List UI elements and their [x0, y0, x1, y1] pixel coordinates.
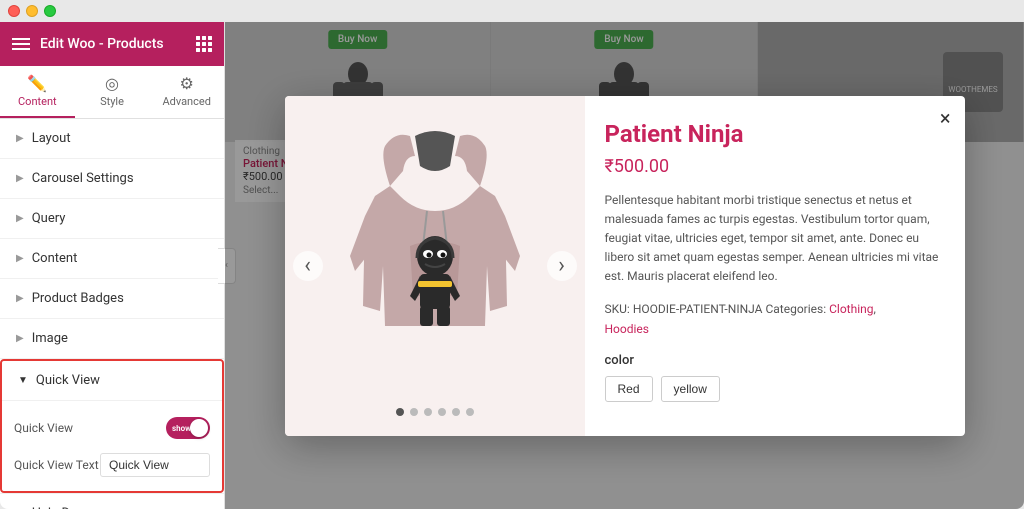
modal-image-side: ‹ ›: [285, 96, 585, 436]
quick-view-body: Quick View show Quick View Text: [2, 401, 222, 491]
chevron-right-icon: ▶: [16, 253, 24, 264]
toggle-slider: show: [166, 417, 210, 439]
sidebar-item-content[interactable]: ▶ Content: [0, 239, 224, 279]
chevron-right-icon: ▶: [16, 293, 24, 304]
modal-dot-4[interactable]: [438, 408, 446, 416]
sidebar-item-layout[interactable]: ▶ Layout: [0, 119, 224, 159]
sidebar-item-image[interactable]: ▶ Image: [0, 319, 224, 359]
quick-view-header-label: Quick View: [36, 373, 100, 388]
carousel-area: Buy Now Buy Now: [225, 22, 1024, 509]
title-bar: [0, 0, 1024, 22]
categories-label: Categories:: [765, 302, 826, 316]
quick-view-section: ▼ Quick View Quick View show: [0, 359, 224, 493]
attribute-yellow[interactable]: yellow: [661, 376, 720, 402]
sidebar-item-carousel-settings[interactable]: ▶ Carousel Settings: [0, 159, 224, 199]
sidebar-title: Edit Woo - Products: [40, 36, 164, 52]
tab-advanced-label: Advanced: [162, 95, 210, 108]
attribute-options: Red yellow: [605, 376, 945, 402]
sidebar-menu: ▶ Layout ▶ Carousel Settings ▶ Query ▶ C…: [0, 119, 224, 509]
tab-style-label: Style: [100, 95, 124, 108]
chevron-right-icon: ▶: [16, 173, 24, 184]
quick-view-header[interactable]: ▼ Quick View: [2, 361, 222, 401]
sidebar-item-carousel-label: Carousel Settings: [32, 171, 134, 186]
modal-overlay: × ‹ ›: [225, 22, 1024, 509]
category-hoodies[interactable]: Hoodies: [605, 322, 650, 336]
product-modal: × ‹ ›: [285, 96, 965, 436]
sidebar-item-help-docs[interactable]: ▶ Help Docs: [0, 493, 224, 509]
advanced-icon: ⚙: [180, 74, 194, 93]
chevron-right-icon: ▶: [16, 333, 24, 344]
modal-prev-button[interactable]: ‹: [293, 251, 323, 281]
sidebar-item-image-label: Image: [32, 331, 68, 346]
toggle-show-label: show: [172, 424, 191, 433]
chevron-down-icon: ▼: [18, 375, 28, 386]
style-icon: ◎: [105, 74, 119, 93]
toggle-knob: [190, 419, 208, 437]
modal-dot-3[interactable]: [424, 408, 432, 416]
grid-icon[interactable]: [196, 36, 212, 52]
app-wrapper: Edit Woo - Products ✏️ Content ◎ Style ⚙…: [0, 22, 1024, 509]
traffic-lights: [8, 5, 56, 17]
sidebar-header-left: Edit Woo - Products: [12, 36, 164, 52]
hamburger-icon[interactable]: [12, 38, 30, 50]
attribute-red[interactable]: Red: [605, 376, 653, 402]
sidebar: Edit Woo - Products ✏️ Content ◎ Style ⚙…: [0, 22, 225, 509]
product-description: Pellentesque habitant morbi tristique se…: [605, 191, 945, 287]
modal-dot-5[interactable]: [452, 408, 460, 416]
tab-content-label: Content: [18, 95, 57, 108]
attribute-label: color: [605, 353, 945, 368]
sidebar-item-query[interactable]: ▶ Query: [0, 199, 224, 239]
main-content: Buy Now Buy Now: [225, 22, 1024, 509]
category-clothing[interactable]: Clothing: [829, 302, 873, 316]
sidebar-item-badges-label: Product Badges: [32, 291, 124, 306]
product-meta: SKU: HOODIE-PATIENT-NINJA Categories: Cl…: [605, 300, 945, 338]
close-button[interactable]: [8, 5, 20, 17]
maximize-button[interactable]: [44, 5, 56, 17]
modal-info-side: Patient Ninja ₹500.00 Pellentesque habit…: [585, 96, 965, 436]
product-price: ₹500.00: [605, 156, 945, 177]
chevron-right-icon: ▶: [16, 133, 24, 144]
quick-view-text-row: Quick View Text: [14, 447, 210, 483]
sidebar-item-layout-label: Layout: [32, 131, 71, 146]
content-icon: ✏️: [27, 74, 47, 93]
modal-next-button[interactable]: ›: [547, 251, 577, 281]
product-image: [335, 126, 535, 386]
tab-style[interactable]: ◎ Style: [75, 66, 150, 118]
sidebar-item-query-label: Query: [32, 211, 66, 226]
product-attribute: color Red yellow: [605, 353, 945, 402]
chevron-right-icon: ▶: [16, 213, 24, 224]
quick-view-toggle-row: Quick View show: [14, 409, 210, 447]
sidebar-header: Edit Woo - Products: [0, 22, 224, 66]
product-image-container: [325, 116, 545, 396]
quick-view-toggle[interactable]: show: [166, 417, 210, 439]
modal-dot-1[interactable]: [396, 408, 404, 416]
sidebar-tabs: ✏️ Content ◎ Style ⚙ Advanced: [0, 66, 224, 119]
modal-dot-2[interactable]: [410, 408, 418, 416]
sidebar-item-product-badges[interactable]: ▶ Product Badges: [0, 279, 224, 319]
quick-view-toggle-label: Quick View: [14, 421, 73, 435]
tab-advanced[interactable]: ⚙ Advanced: [149, 66, 224, 118]
quick-view-text-label: Quick View Text: [14, 458, 99, 472]
sidebar-item-content-label: Content: [32, 251, 78, 266]
product-title: Patient Ninja: [605, 120, 945, 148]
modal-dots: [396, 408, 474, 416]
modal-dot-6[interactable]: [466, 408, 474, 416]
product-sku: SKU: HOODIE-PATIENT-NINJA: [605, 302, 763, 316]
tab-content[interactable]: ✏️ Content: [0, 66, 75, 118]
minimize-button[interactable]: [26, 5, 38, 17]
modal-close-button[interactable]: ×: [940, 108, 951, 128]
quick-view-text-input[interactable]: [100, 453, 210, 477]
